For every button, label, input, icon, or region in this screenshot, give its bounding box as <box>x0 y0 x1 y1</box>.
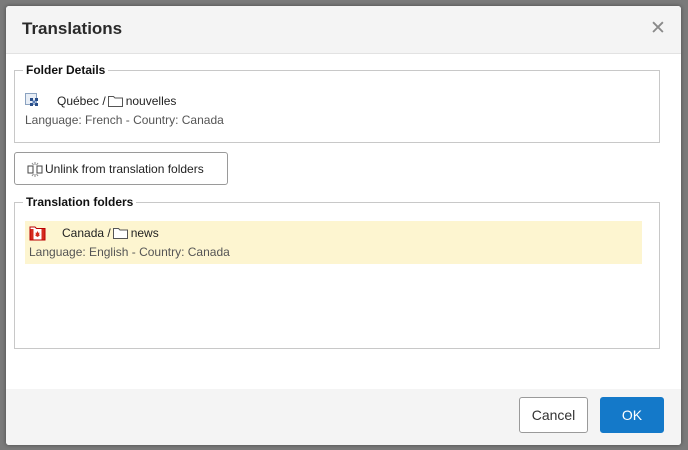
translation-folder-item[interactable]: Canada / news Language: English - Country… <box>25 221 642 264</box>
dialog-title: Translations <box>22 19 123 38</box>
folder-path: Québec / nouvelles <box>57 93 176 109</box>
dialog-header: Translations ✕ <box>6 6 681 54</box>
folder-icon <box>107 96 123 107</box>
ok-button[interactable]: OK <box>600 397 664 433</box>
region-name: Canada / <box>62 226 111 240</box>
translation-folders-panel: Translation folders Canada / news Languag… <box>14 195 660 349</box>
translations-dialog: Translations ✕ Folder Details Québec / no… <box>6 6 681 445</box>
unlink-icon <box>27 162 43 177</box>
translation-language-info: Language: English - Country: Canada <box>29 245 230 259</box>
folder-details-panel: Folder Details Québec / nouvelles Languag… <box>14 63 660 143</box>
close-icon[interactable]: ✕ <box>649 19 667 38</box>
translation-folders-legend: Translation folders <box>23 195 137 210</box>
dialog-footer: Cancel OK <box>6 389 681 445</box>
canada-flag-icon <box>29 226 46 241</box>
folder-name: nouvelles <box>125 94 177 108</box>
translation-folder-path: Canada / news <box>62 225 159 241</box>
region-name: Québec / <box>57 94 106 108</box>
unlink-button[interactable]: Unlink from translation folders <box>14 152 228 185</box>
folder-name: news <box>130 226 159 240</box>
folder-details-legend: Folder Details <box>23 63 109 78</box>
cancel-button[interactable]: Cancel <box>519 397 588 433</box>
folder-icon <box>112 228 128 239</box>
folder-language-info: Language: French - Country: Canada <box>25 113 224 127</box>
region-grid-icon <box>25 93 38 106</box>
unlink-button-label: Unlink from translation folders <box>45 162 204 176</box>
